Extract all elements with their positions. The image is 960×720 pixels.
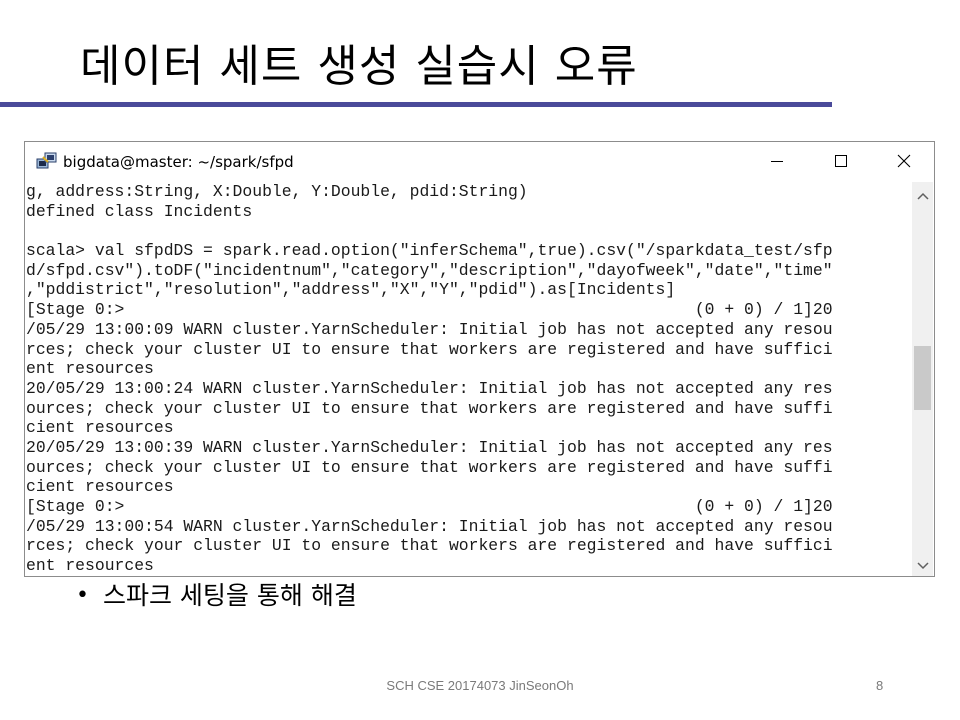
terminal-line: g, address:String, X:Double, Y:Double, p… [26, 182, 528, 201]
putty-terminal-window[interactable]: bigdata@master: ~/spark/sfpd g, address:… [24, 141, 935, 577]
scrollbar-thumb[interactable] [914, 346, 931, 410]
terminal-line: ources; check your cluster UI to ensure … [26, 457, 833, 477]
terminal-line: ent resources [26, 556, 154, 576]
terminal-line: /05/29 13:00:54 WARN cluster.YarnSchedul… [26, 516, 833, 536]
window-title: bigdata@master: ~/spark/sfpd [63, 153, 294, 171]
minimize-button[interactable] [747, 146, 807, 178]
terminal-line: rces; check your cluster UI to ensure th… [26, 536, 833, 556]
terminal-output[interactable]: g, address:String, X:Double, Y:Double, p… [26, 182, 912, 576]
window-titlebar[interactable]: bigdata@master: ~/spark/sfpd [25, 142, 934, 182]
close-button[interactable] [874, 146, 934, 178]
terminal-line: d/sfpd.csv").toDF("incidentnum","categor… [26, 260, 833, 280]
terminal-line: scala> val sfpdDS = spark.read.option("i… [26, 241, 833, 261]
terminal-line: /05/29 13:00:09 WARN cluster.YarnSchedul… [26, 319, 833, 339]
minimize-icon [770, 153, 784, 172]
terminal-line: [Stage 0:> (0 + 0) / 1]20 [26, 497, 833, 516]
slide-footer: SCH CSE 20174073 JinSeonOh [386, 678, 574, 693]
terminal-line: ources; check your cluster UI to ensure … [26, 398, 833, 418]
terminal-line: defined class Incidents [26, 201, 253, 221]
maximize-button[interactable] [811, 146, 871, 178]
bullet-text: 스파크 세팅을 통해 해결 [102, 581, 357, 610]
terminal-line: cient resources [26, 418, 174, 438]
terminal-line: rces; check your cluster UI to ensure th… [26, 339, 833, 359]
maximize-icon [834, 153, 848, 172]
terminal-line: 20/05/29 13:00:39 WARN cluster.YarnSched… [26, 437, 833, 457]
terminal-line: ,"pddistrict","resolution","address","X"… [26, 280, 676, 300]
page-number: 8 [876, 678, 884, 693]
terminal-line: cient resources [26, 477, 174, 497]
title-underline [0, 102, 832, 107]
bullet-point-icon: • [76, 583, 89, 608]
scroll-down-button[interactable] [912, 554, 933, 574]
terminal-line: ent resources [26, 359, 154, 379]
chevron-up-icon [916, 185, 929, 204]
slide-title: 데이터 세트 생성 실습시 오류 [80, 41, 638, 92]
bullet-item: • 스파크 세팅을 통해 해결 [76, 580, 357, 612]
close-icon [897, 153, 911, 172]
scroll-up-button[interactable] [912, 184, 933, 204]
vertical-scrollbar[interactable] [912, 182, 933, 576]
putty-icon[interactable] [36, 151, 58, 171]
terminal-line: [Stage 0:> (0 + 0) / 1]20 [26, 300, 833, 320]
terminal-line: 20/05/29 13:00:24 WARN cluster.YarnSched… [26, 378, 833, 398]
chevron-down-icon [916, 555, 929, 574]
